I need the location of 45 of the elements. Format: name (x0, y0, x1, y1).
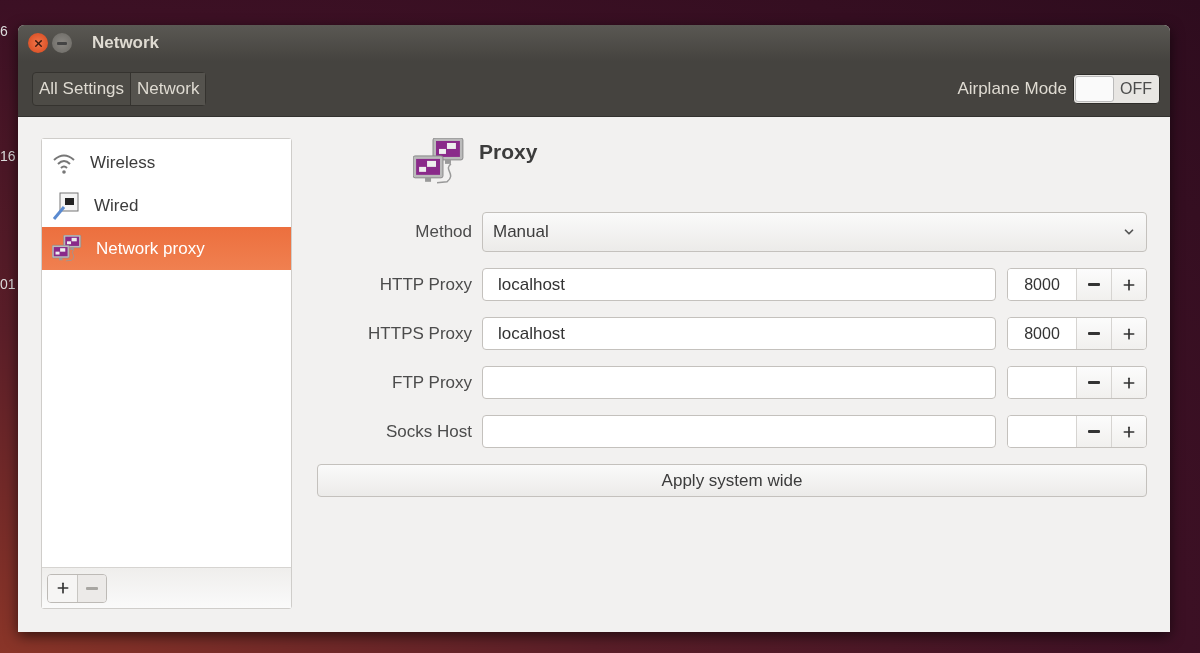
port-spinner[interactable]: 8000 (1007, 268, 1147, 301)
breadcrumb-button[interactable]: Network (130, 72, 206, 105)
field-label: HTTPS Proxy (367, 323, 472, 344)
desktop-label: 01 (0, 275, 16, 293)
port-spinner[interactable]: 8000 (1007, 317, 1147, 350)
host-field[interactable]: localhost (482, 317, 996, 350)
airplane-mode-switch[interactable]: OFF (1073, 73, 1160, 104)
field-label: HTTP Proxy (378, 274, 472, 295)
minus-icon (1088, 283, 1100, 286)
field-label: Socks Host (385, 421, 472, 442)
method-dropdown[interactable]: Manual (482, 212, 1147, 252)
host-field[interactable] (482, 366, 996, 399)
minus-icon (1088, 430, 1100, 433)
monitors-icon (413, 138, 465, 185)
ethernet-port-icon (52, 191, 80, 220)
close-button[interactable] (28, 33, 48, 53)
add-button[interactable] (48, 574, 77, 602)
increment-button[interactable] (1111, 416, 1146, 447)
desktop-label: 16 (0, 147, 16, 165)
decrement-button[interactable] (1076, 269, 1111, 300)
sidebar-item[interactable]: Wired (42, 184, 291, 227)
apply-button[interactable]: Apply system wide (317, 464, 1147, 497)
decrement-button[interactable] (1076, 318, 1111, 349)
sidebar-item[interactable]: Wireless (42, 141, 291, 184)
increment-button[interactable] (1111, 367, 1146, 398)
minus-icon (1088, 381, 1100, 384)
minimize-icon (57, 41, 67, 45)
host-field[interactable]: localhost (482, 268, 996, 301)
window-title: Network (92, 33, 160, 53)
monitors-icon (52, 235, 82, 262)
breadcrumb-button[interactable]: All Settings (33, 72, 131, 105)
panel-title: Proxy (479, 140, 538, 164)
minimize-button[interactable] (52, 33, 72, 53)
minus-icon (1088, 332, 1100, 335)
decrement-button[interactable] (1076, 416, 1111, 447)
field-label: Method (414, 222, 472, 242)
increment-button[interactable] (1111, 269, 1146, 300)
close-icon (32, 37, 44, 49)
decrement-button[interactable] (1076, 367, 1111, 398)
field-label: FTP Proxy (391, 372, 472, 393)
increment-button[interactable] (1111, 318, 1146, 349)
desktop-label: 6 (0, 22, 8, 40)
minus-icon (86, 586, 98, 590)
host-field[interactable] (482, 415, 996, 448)
airplane-mode-label: Airplane Mode (957, 78, 1067, 99)
